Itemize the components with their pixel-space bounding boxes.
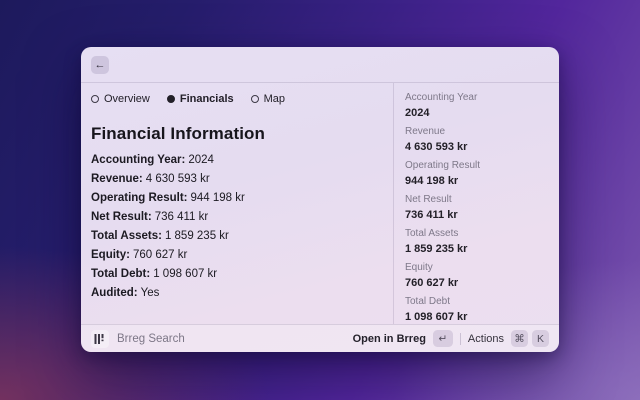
app-window: ← Overview Financials — [81, 47, 559, 352]
key-badge: K — [532, 330, 549, 347]
field-row: Equity:760 627 kr — [91, 249, 381, 261]
metadata-label: Equity — [405, 262, 547, 273]
metadata-label: Operating Result — [405, 160, 547, 171]
metadata-item: Total Debt 1 098 607 kr — [405, 296, 547, 323]
metadata-item: Revenue 4 630 593 kr — [405, 126, 547, 153]
actions-key-badges: ⌘ K — [511, 330, 549, 347]
action-bar: Brreg Search Open in Brreg ↵ Actions ⌘ K — [81, 324, 559, 352]
metadata-value: 1 098 607 kr — [405, 311, 547, 323]
metadata-value: 736 411 kr — [405, 209, 547, 221]
metadata-label: Accounting Year — [405, 92, 547, 103]
metadata-item: Total Assets 1 859 235 kr — [405, 228, 547, 255]
footer-divider — [460, 333, 461, 345]
metadata-item: Operating Result 944 198 kr — [405, 160, 547, 187]
tab-item[interactable]: Map — [251, 93, 285, 105]
field-label: Revenue: — [91, 173, 143, 185]
field-row: Total Debt:1 098 607 kr — [91, 268, 381, 280]
metadata-item: Net Result 736 411 kr — [405, 194, 547, 221]
brreg-logo-icon — [91, 330, 109, 348]
field-value: 1 098 607 kr — [153, 268, 217, 280]
field-row: Operating Result:944 198 kr — [91, 192, 381, 204]
search-input[interactable]: Brreg Search — [117, 333, 185, 345]
field-label: Net Result: — [91, 211, 152, 223]
footer-actions: Open in Brreg ↵ Actions ⌘ K — [353, 330, 549, 347]
field-row: Audited:Yes — [91, 287, 381, 299]
tab-label: Overview — [104, 93, 150, 105]
back-arrow-icon: ← — [95, 59, 106, 71]
metadata-item: Equity 760 627 kr — [405, 262, 547, 289]
field-value: 4 630 593 kr — [146, 173, 210, 185]
field-label: Audited: — [91, 287, 138, 299]
window-header: ← — [81, 47, 559, 82]
page-title: Financial Information — [91, 124, 381, 144]
field-label: Total Debt: — [91, 268, 150, 280]
metadata-label: Net Result — [405, 194, 547, 205]
metadata-item: Accounting Year 2024 — [405, 92, 547, 119]
field-label: Equity: — [91, 249, 130, 261]
field-value: 736 411 kr — [155, 211, 209, 223]
back-button[interactable]: ← — [91, 56, 109, 74]
field-row: Accounting Year:2024 — [91, 154, 381, 166]
field-value: 760 627 kr — [133, 249, 187, 261]
tab-bar: Overview Financials Map — [91, 91, 381, 107]
metadata-value: 944 198 kr — [405, 175, 547, 187]
actions-button[interactable]: Actions — [468, 333, 504, 345]
metadata-label: Total Assets — [405, 228, 547, 239]
field-value: 944 198 kr — [190, 192, 244, 204]
metadata-value: 760 627 kr — [405, 277, 547, 289]
radio-icon — [167, 95, 175, 103]
field-list: Accounting Year:2024 Revenue:4 630 593 k… — [91, 154, 381, 299]
metadata-label: Total Debt — [405, 296, 547, 307]
open-in-brreg-button[interactable]: Open in Brreg — [353, 333, 426, 345]
main-panel: Overview Financials Map Financial Inform… — [81, 83, 393, 324]
field-value: 1 859 235 kr — [165, 230, 229, 242]
tab-label: Map — [264, 93, 285, 105]
field-label: Operating Result: — [91, 192, 187, 204]
radio-icon — [251, 95, 259, 103]
tab-label: Financials — [180, 93, 234, 105]
metadata-value: 2024 — [405, 107, 547, 119]
field-label: Accounting Year: — [91, 154, 185, 166]
tab-item[interactable]: Financials — [167, 93, 234, 105]
field-row: Total Assets:1 859 235 kr — [91, 230, 381, 242]
window-body: Overview Financials Map Financial Inform… — [81, 82, 559, 324]
metadata-sidebar: Accounting Year 2024 Revenue 4 630 593 k… — [393, 83, 559, 324]
field-label: Total Assets: — [91, 230, 162, 242]
radio-icon — [91, 95, 99, 103]
desktop-background: { "header": { "back_glyph": "←" }, "tabs… — [0, 0, 640, 400]
field-row: Net Result:736 411 kr — [91, 211, 381, 223]
enter-key-icon: ↵ — [433, 330, 453, 347]
key-badge: ⌘ — [511, 330, 528, 347]
tab-item[interactable]: Overview — [91, 93, 150, 105]
field-value: 2024 — [188, 154, 214, 166]
field-row: Revenue:4 630 593 kr — [91, 173, 381, 185]
metadata-label: Revenue — [405, 126, 547, 137]
metadata-value: 1 859 235 kr — [405, 243, 547, 255]
metadata-value: 4 630 593 kr — [405, 141, 547, 153]
field-value: Yes — [141, 287, 160, 299]
